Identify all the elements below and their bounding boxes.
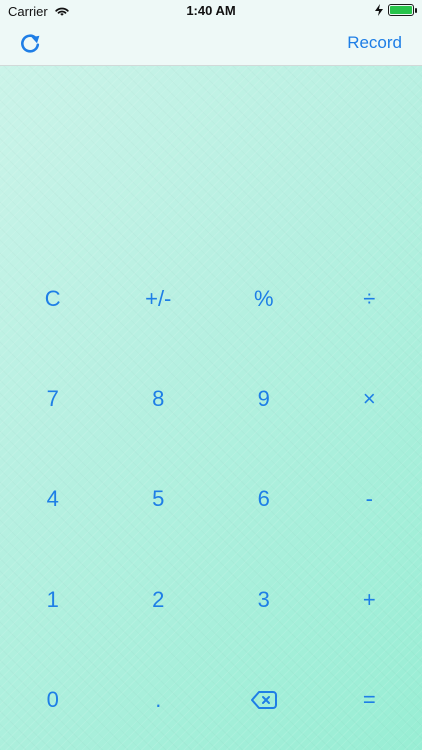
- digit-7-key-label: 7: [46, 386, 59, 412]
- digit-4-key-label: 4: [46, 486, 59, 512]
- decimal-point-key-label: .: [155, 686, 162, 712]
- decimal-point-key[interactable]: .: [106, 650, 212, 750]
- plus-key-label: +: [362, 586, 376, 612]
- digit-5-key-label: 5: [152, 486, 165, 512]
- divide-key[interactable]: ÷: [317, 249, 422, 349]
- clear-key[interactable]: C: [0, 249, 106, 349]
- digit-2-key-label: 2: [152, 586, 165, 612]
- charging-icon: [375, 4, 383, 16]
- digit-8-key-label: 8: [152, 386, 165, 412]
- status-bar: Carrier 1:40 AM: [0, 0, 422, 22]
- multiply-key-label: ×: [362, 386, 376, 412]
- plus-key[interactable]: +: [317, 550, 422, 650]
- equals-key-label: =: [362, 686, 376, 712]
- sign-toggle-key-label: +/-: [145, 286, 172, 312]
- clear-key-label: C: [44, 286, 61, 312]
- digit-9-key[interactable]: 9: [211, 349, 317, 449]
- digit-6-key-label: 6: [257, 486, 270, 512]
- digit-1-key-label: 1: [46, 586, 59, 612]
- digit-4-key[interactable]: 4: [0, 449, 106, 549]
- digit-6-key[interactable]: 6: [211, 449, 317, 549]
- digit-3-key-label: 3: [257, 586, 270, 612]
- backspace-key[interactable]: [211, 650, 317, 750]
- digit-5-key[interactable]: 5: [106, 449, 212, 549]
- minus-key-label: -: [365, 486, 373, 512]
- refresh-icon: [21, 34, 40, 53]
- digit-0-key[interactable]: 0: [0, 650, 106, 750]
- backspace-icon: [250, 690, 277, 709]
- multiply-key[interactable]: ×: [317, 349, 422, 449]
- percent-key[interactable]: %: [211, 249, 317, 349]
- sign-toggle-key[interactable]: +/-: [106, 249, 212, 349]
- divide-key-label: ÷: [363, 286, 376, 312]
- digit-8-key[interactable]: 8: [106, 349, 212, 449]
- status-right: [374, 4, 417, 16]
- digit-1-key[interactable]: 1: [0, 550, 106, 650]
- refresh-button[interactable]: [16, 30, 44, 58]
- equals-key[interactable]: =: [317, 650, 422, 750]
- status-time: 1:40 AM: [186, 3, 236, 18]
- nav-bar: Record: [0, 22, 422, 66]
- keypad: C +/- % ÷ 7 8 9 × 4 5 6 - 1 2 3 + 0 . =: [0, 249, 422, 750]
- digit-3-key[interactable]: 3: [211, 550, 317, 650]
- minus-key[interactable]: -: [317, 449, 422, 549]
- battery-level-fill: [390, 6, 412, 14]
- digit-2-key[interactable]: 2: [106, 550, 212, 650]
- digit-0-key-label: 0: [46, 686, 59, 712]
- percent-key-label: %: [253, 286, 274, 312]
- battery-icon: [388, 4, 417, 16]
- record-button[interactable]: Record: [347, 33, 402, 53]
- digit-9-key-label: 9: [257, 386, 270, 412]
- digit-7-key[interactable]: 7: [0, 349, 106, 449]
